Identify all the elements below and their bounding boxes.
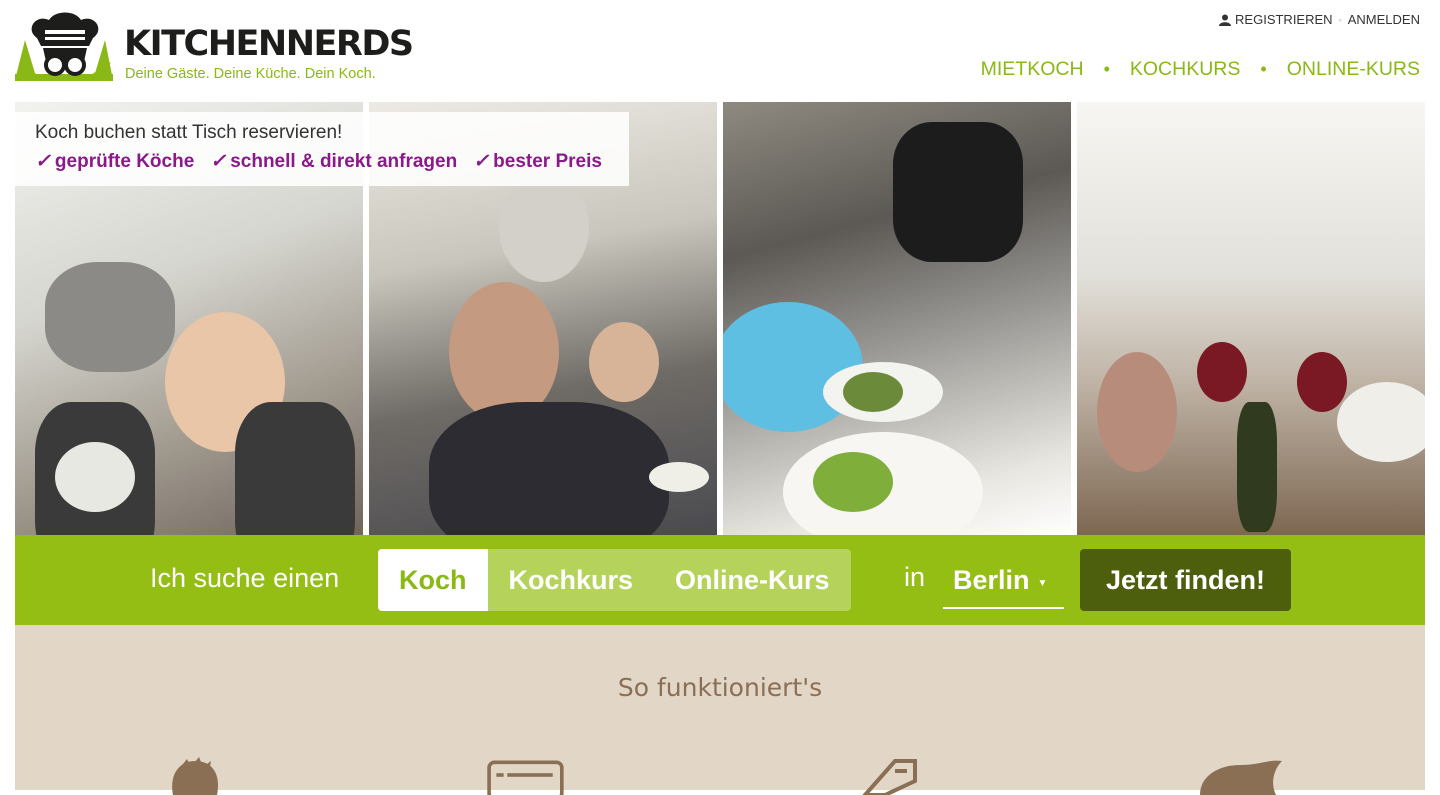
search-prefix: Ich suche einen [150,563,340,593]
hero-features: geprüfte Köche schnell & direkt anfragen… [35,150,609,173]
search-option-kochkurs[interactable]: Kochkurs [488,549,655,611]
hero-photo-dishes [723,102,1071,535]
user-icon [1219,14,1232,26]
nav-item-kochkurs[interactable]: KOCHKURS [1130,58,1241,81]
site-header: KITCHENNERDS Deine Gäste. Deine Küche. D… [0,0,1440,102]
how-it-works-section: So funktioniert's [15,625,1425,795]
dish-icon [1190,755,1290,795]
nav-separator: • [1103,59,1110,79]
chevron-down-icon: ▼ [1037,578,1048,589]
login-link[interactable]: ANMELDEN [1348,12,1420,27]
logo-tagline: Deine Gäste. Deine Küche. Dein Koch. [125,66,376,82]
main-nav: MIETKOCH • KOCHKURS • ONLINE-KURS [981,58,1420,81]
search-in-label: in [904,562,926,592]
hero-photo-toast [1077,102,1425,535]
feature-verified-chefs: geprüfte Köche [35,150,194,173]
card-icon [480,755,580,795]
search-option-koch[interactable]: Koch [378,549,488,611]
search-bar: Ich suche einen Koch Kochkurs Online-Kur… [15,535,1425,625]
voucher-icon [845,755,945,795]
find-button[interactable]: Jetzt finden! [1080,549,1291,611]
nav-separator: • [1260,59,1267,79]
hero-banner: Koch buchen statt Tisch reservieren! gep… [15,112,629,186]
feature-quick-request: schnell & direkt anfragen [210,150,457,173]
site-logo[interactable]: KITCHENNERDS Deine Gäste. Deine Küche. D… [15,10,414,85]
register-link[interactable]: REGISTRIEREN [1235,12,1333,27]
nav-item-mietkoch[interactable]: MIETKOCH [981,58,1084,81]
city-select[interactable]: Berlin ▼ [943,554,1064,609]
city-value: Berlin [953,565,1030,595]
logo-wordmark: KITCHENNERDS [124,24,414,64]
how-title: So funktioniert's [617,673,823,702]
search-type-toggle: Koch Kochkurs Online-Kurs [378,549,851,611]
nav-item-online-kurs[interactable]: ONLINE-KURS [1287,58,1420,81]
chef-head-icon [145,755,245,795]
feature-best-price: bester Preis [473,150,602,173]
search-option-online-kurs[interactable]: Online-Kurs [654,549,851,611]
logo-chef-icon [15,12,113,81]
account-separator: ◦ [1338,14,1342,25]
hero-title: Koch buchen statt Tisch reservieren! [35,122,343,143]
account-links: REGISTRIEREN ◦ ANMELDEN [1219,12,1420,27]
